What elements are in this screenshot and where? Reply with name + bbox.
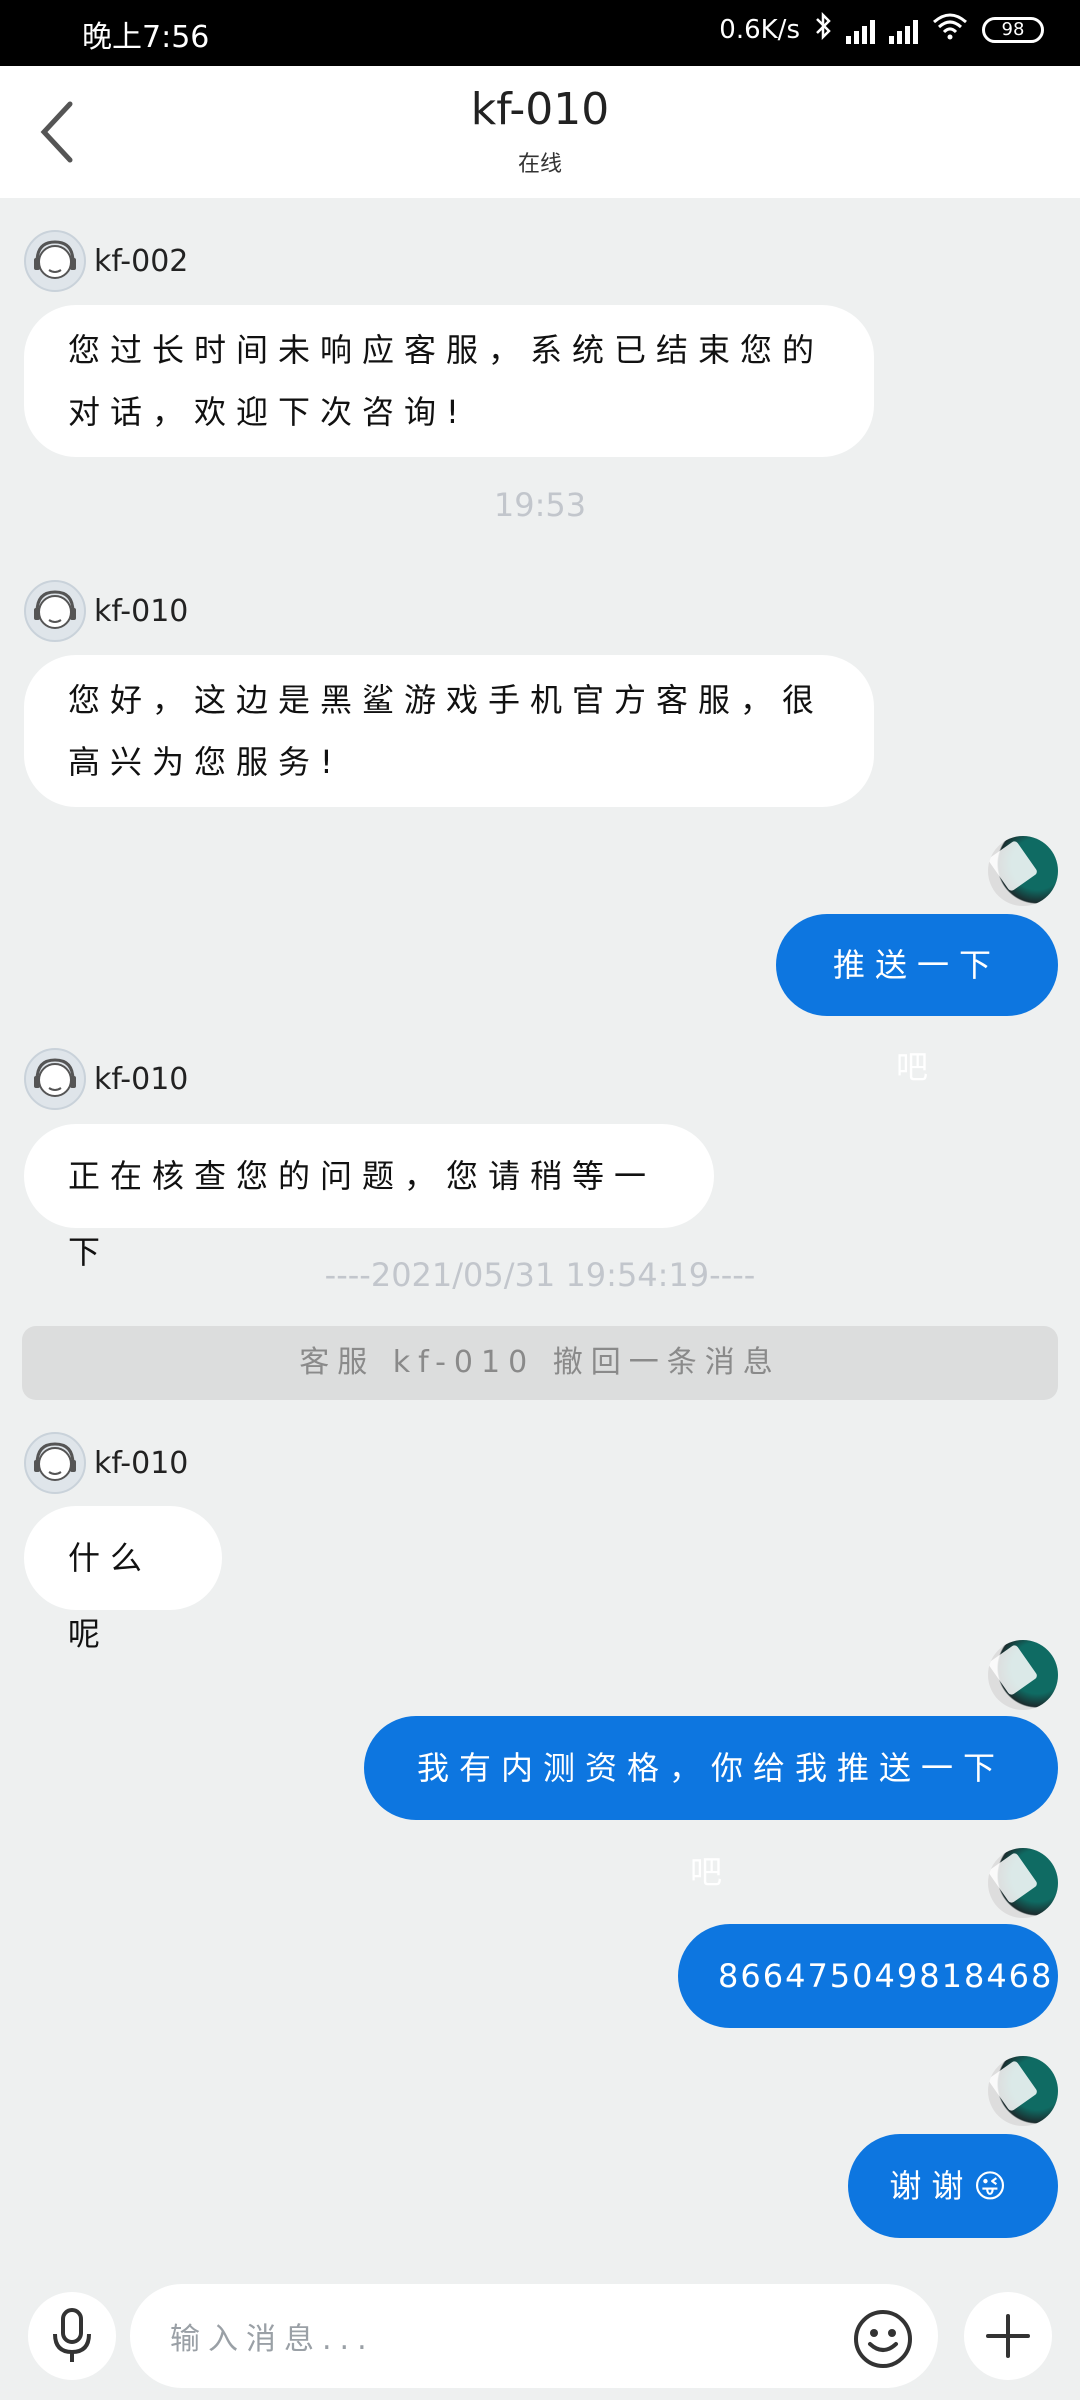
plus-icon: [986, 2314, 1030, 2358]
timestamp: 19:53: [493, 486, 587, 524]
online-status: 在线: [517, 152, 562, 177]
agent-avatar-icon: [24, 1432, 86, 1494]
wifi-icon: [932, 12, 968, 47]
agent-header: kf-002: [24, 230, 188, 292]
status-icons: 0.6K/s 98: [719, 11, 1044, 47]
agent-avatar-icon: [24, 230, 86, 292]
microphone-icon: [53, 2308, 91, 2362]
voice-button[interactable]: [28, 2292, 116, 2380]
agent-name: kf-002: [94, 243, 189, 279]
message-bubble: 您好，这边是黑鲨游戏手机官方客服，很高兴为您服务!: [24, 655, 874, 807]
agent-header: kf-010: [24, 1432, 188, 1494]
message-bubble: 什么呢: [24, 1506, 222, 1653]
message-bubble: 您过长时间未响应客服，系统已结束您的对话，欢迎下次咨询!: [24, 305, 874, 457]
signal-icon: [889, 16, 918, 44]
agent-name: kf-010: [94, 1061, 189, 1097]
user-avatar: [988, 1848, 1058, 1918]
user-message-bubble: 866475049818468: [678, 1924, 1058, 2028]
user-message-bubble: 推送一下吧: [776, 914, 1058, 1086]
message-bubble: 正在核查您的问题，您请稍等一下: [24, 1124, 714, 1271]
signal-icon: [846, 16, 875, 44]
user-avatar: [988, 836, 1058, 906]
battery-icon: 98: [982, 16, 1044, 43]
emoji-icon: [854, 2310, 912, 2368]
status-bar: 晚上7:56 0.6K/s 98: [0, 0, 1080, 66]
chat-title: kf-010: [470, 84, 610, 135]
user-avatar: [988, 1640, 1058, 1710]
agent-header: kf-010: [24, 1048, 188, 1110]
user-message-bubble: 我有内测资格，你给我推送一下吧: [364, 1716, 1058, 1891]
emoji-button[interactable]: [852, 2308, 914, 2370]
more-button[interactable]: [964, 2292, 1052, 2380]
user-message-bubble: 谢谢😜: [848, 2134, 1058, 2238]
agent-name: kf-010: [94, 593, 189, 629]
input-bar: 输入消息...: [0, 2270, 1080, 2400]
agent-avatar-icon: [24, 1048, 86, 1110]
user-avatar: [988, 2056, 1058, 2126]
network-speed: 0.6K/s: [719, 14, 800, 45]
bluetooth-icon: [814, 11, 832, 47]
message-input[interactable]: 输入消息...: [130, 2284, 938, 2388]
recall-notice: 客服 kf-010 撤回一条消息: [22, 1326, 1058, 1400]
timestamp: ----2021/05/31 19:54:19----: [324, 1256, 756, 1294]
agent-name: kf-010: [94, 1445, 189, 1481]
status-time: 晚上7:56: [82, 20, 210, 55]
chat-header: kf-010 在线: [0, 66, 1080, 198]
agent-avatar-icon: [24, 580, 86, 642]
agent-header: kf-010: [24, 580, 188, 642]
